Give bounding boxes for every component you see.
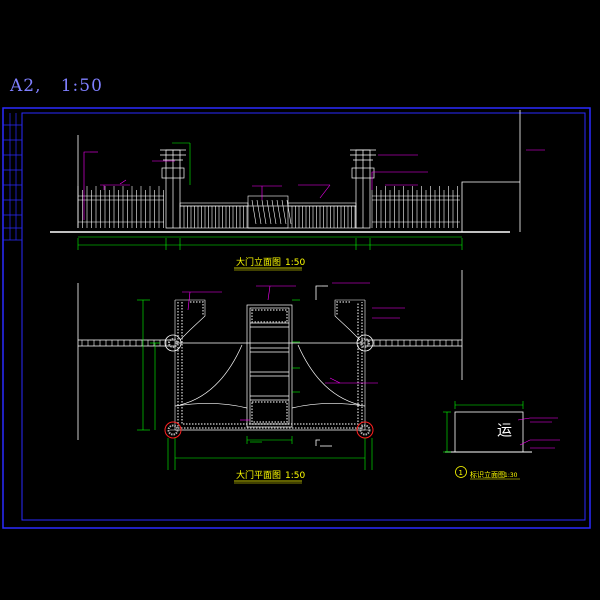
plan-central-path [246,304,293,428]
plan-scale: 1:50 [285,471,305,481]
elevation-scale: 1:50 [285,258,305,268]
plan-caption: 大门平面图 [236,469,281,481]
right-fence [371,186,460,228]
elevation-caption: 大门立面图 [236,256,281,268]
left-gate-post [160,149,186,229]
detail-sign-glyph: 运 [497,421,512,439]
gate-elevation-view [50,110,545,250]
elevation-dimensions [77,142,463,250]
elevation-annotations [83,149,545,220]
detail-caption: 标识立面图 [470,470,505,479]
sliding-gate [179,195,357,229]
detail-number: 1 [459,469,463,477]
sign-detail-view: 运 1 标识立面图 1:30 [443,401,560,480]
plan-dimensions [137,299,373,470]
title-block-strip [3,113,22,241]
plan-annotations [182,282,405,421]
plan-paving [170,299,370,431]
plan-hatch-border [177,301,363,429]
cad-drawing-canvas: 运 1 标识立面图 1:30 大门立面图 1:50 大门平面图 1:50 [2,107,591,529]
left-fence [77,186,164,228]
sheet-frame [2,107,591,529]
section-cut-marks [315,285,332,447]
gate-plan-view [77,270,463,470]
plan-wall-line [78,339,462,347]
detail-scale: 1:30 [504,472,518,479]
gate-swing-arcs [174,344,366,409]
